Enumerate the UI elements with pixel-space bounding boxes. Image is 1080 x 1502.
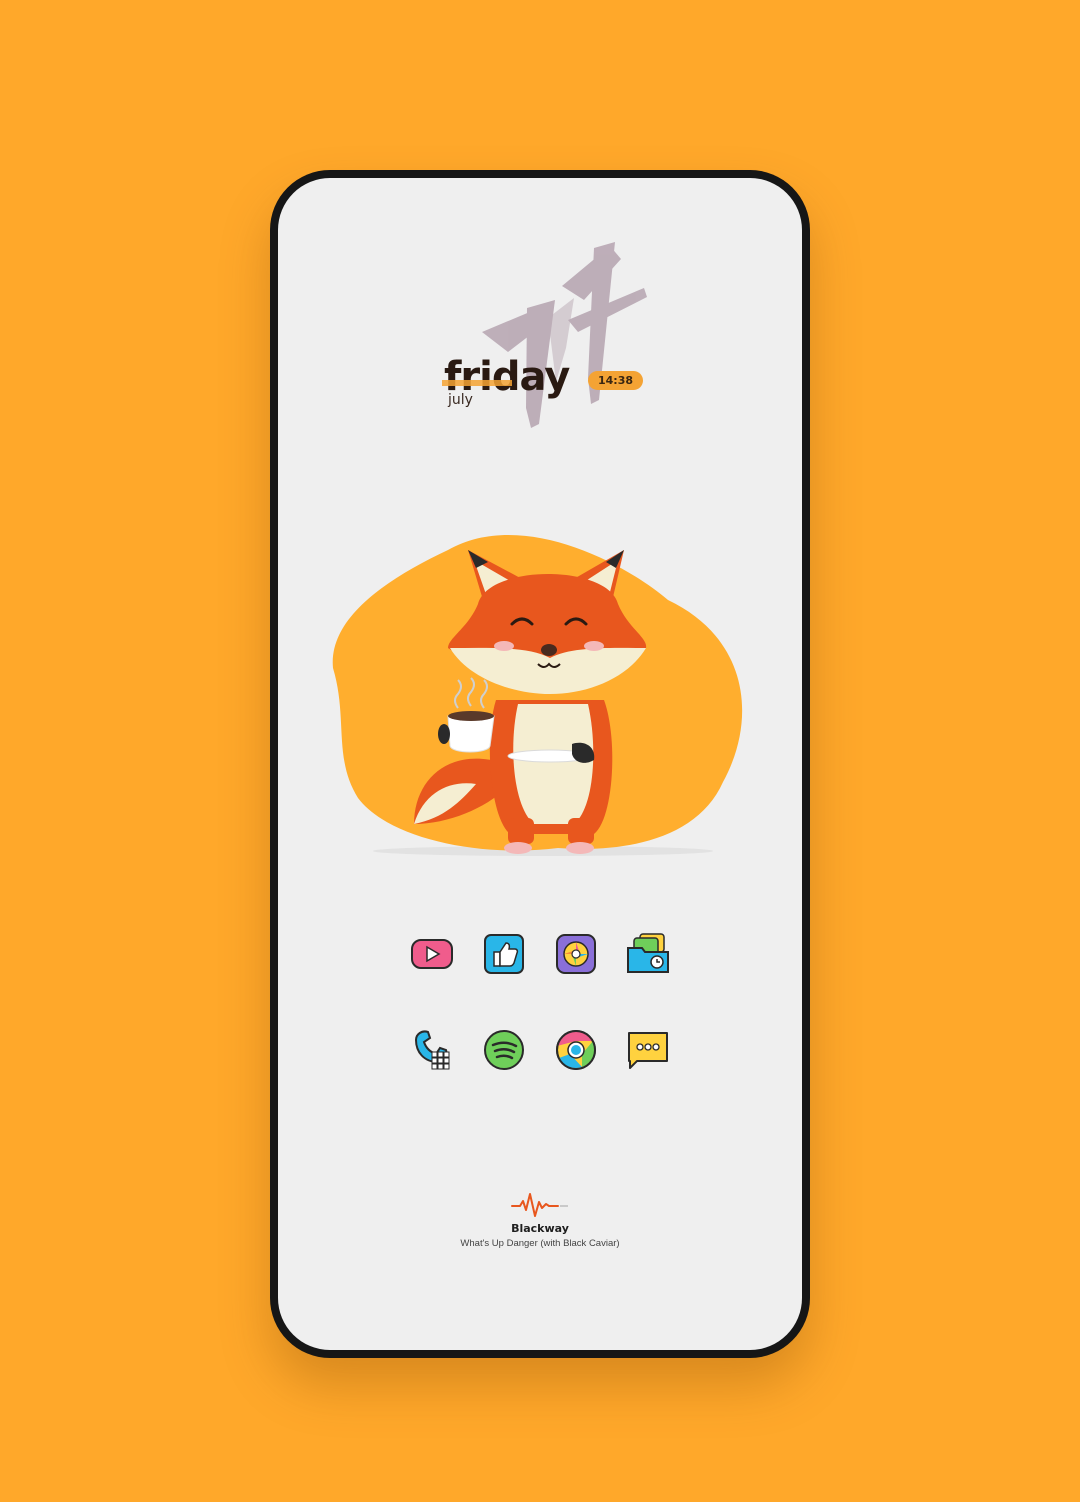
time-badge: 14:38 bbox=[588, 371, 644, 390]
thumbs-up-icon[interactable] bbox=[480, 930, 528, 978]
camera-aperture-icon[interactable] bbox=[552, 930, 600, 978]
youtube-icon[interactable] bbox=[408, 930, 456, 978]
phone-dialer-icon[interactable] bbox=[408, 1026, 456, 1074]
fox-illustration bbox=[332, 534, 743, 856]
month-label: july bbox=[448, 392, 473, 408]
app-row-1 bbox=[278, 930, 802, 978]
strike-accent bbox=[442, 380, 512, 386]
app-grid bbox=[278, 930, 802, 1122]
music-widget[interactable]: Blackway What's Up Danger (with Black Ca… bbox=[278, 1188, 802, 1249]
app-row-2 bbox=[278, 1026, 802, 1074]
phone-frame: 17 friday july 14:38 bbox=[270, 170, 810, 1358]
home-screen: 17 friday july 14:38 bbox=[278, 178, 802, 1350]
sound-wave-icon bbox=[511, 1193, 568, 1217]
chrome-icon[interactable] bbox=[552, 1026, 600, 1074]
spotify-icon[interactable] bbox=[480, 1026, 528, 1074]
track-artist: Blackway bbox=[511, 1222, 569, 1235]
messages-icon[interactable] bbox=[624, 1026, 672, 1074]
track-title: What's Up Danger (with Black Caviar) bbox=[460, 1238, 620, 1249]
file-manager-icon[interactable] bbox=[624, 930, 672, 978]
date-clock-widget[interactable]: 17 friday july 14:38 bbox=[408, 228, 708, 438]
